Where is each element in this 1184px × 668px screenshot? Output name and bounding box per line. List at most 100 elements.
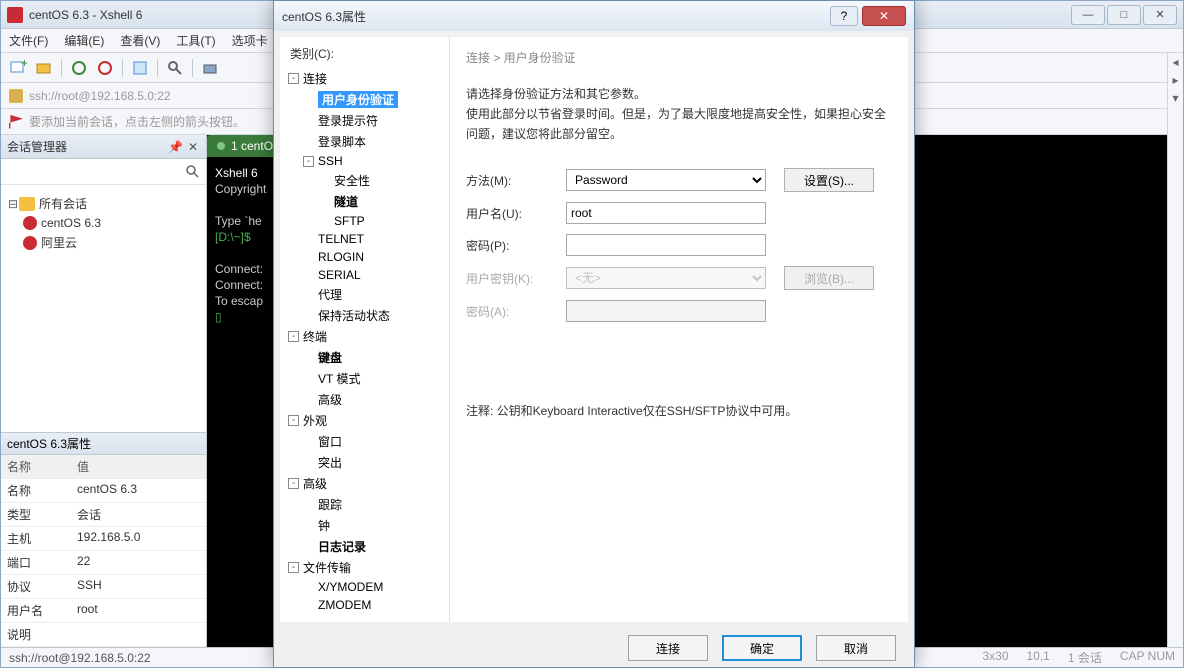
session-item[interactable]: 阿里云 (7, 232, 200, 253)
separator (157, 59, 158, 77)
cat-rlogin[interactable]: RLOGIN (284, 248, 445, 266)
dropdown-icon[interactable]: ▾ (1168, 89, 1183, 107)
tree-root[interactable]: ⊟ 所有会话 (7, 193, 200, 214)
menu-tabs[interactable]: 选项卡 (232, 32, 268, 49)
session-manager-header: 会话管理器 📌 ✕ (1, 135, 206, 159)
ok-button[interactable]: 确定 (722, 635, 802, 661)
cat-proxy[interactable]: 代理 (284, 284, 445, 305)
cat-trace[interactable]: 跟踪 (284, 494, 445, 515)
terminal-tab[interactable]: 1 centO (207, 135, 283, 157)
cat-security[interactable]: 安全性 (284, 170, 445, 191)
method-select[interactable]: Password (566, 169, 766, 191)
cat-advanced[interactable]: 高级 (284, 389, 445, 410)
collapse-icon[interactable]: - (288, 415, 299, 426)
cat-login-prompt[interactable]: 登录提示符 (284, 110, 445, 131)
collapse-icon[interactable]: - (288, 478, 299, 489)
new-session-icon[interactable]: + (9, 59, 27, 77)
username-input[interactable] (566, 202, 766, 224)
cat-sftp[interactable]: SFTP (284, 212, 445, 230)
properties-title: centOS 6.3属性 (7, 435, 91, 452)
cat-ssh[interactable]: -SSH (284, 152, 445, 170)
cat-highlight[interactable]: 突出 (284, 452, 445, 473)
collapse-icon[interactable]: - (288, 562, 299, 573)
passphrase-input (566, 300, 766, 322)
scroll-left-icon[interactable]: ◂ (1168, 53, 1183, 71)
separator (122, 59, 123, 77)
expander-icon[interactable]: ⊟ (7, 197, 19, 211)
username-label: 用户名(U): (466, 205, 566, 222)
cat-xymodem[interactable]: X/YMODEM (284, 578, 445, 596)
cat-advanced2[interactable]: -高级 (284, 473, 445, 494)
collapse-icon[interactable]: - (288, 331, 299, 342)
close-button[interactable]: ✕ (1143, 5, 1177, 25)
minimize-button[interactable]: — (1071, 5, 1105, 25)
help-button[interactable]: ? (830, 6, 858, 26)
close-panel-icon[interactable]: ✕ (186, 140, 200, 154)
session-manager-title: 会话管理器 (7, 138, 164, 155)
dialog-close-button[interactable]: ✕ (862, 6, 906, 26)
prop-row: 名称centOS 6.3 (1, 479, 206, 503)
menu-view[interactable]: 查看(V) (120, 32, 160, 49)
search-icon[interactable] (166, 59, 184, 77)
userkey-select: <无> (566, 267, 766, 289)
col-value: 值 (71, 455, 206, 478)
cat-vtmode[interactable]: VT 模式 (284, 368, 445, 389)
dialog-titlebar[interactable]: centOS 6.3属性 ? ✕ (274, 1, 914, 31)
cat-filetransfer[interactable]: -文件传输 (284, 557, 445, 578)
cat-window[interactable]: 窗口 (284, 431, 445, 452)
cat-connection[interactable]: -连接 (284, 68, 445, 89)
cat-tunnel[interactable]: 隧道 (284, 191, 445, 212)
open-icon[interactable] (35, 59, 53, 77)
menu-tools[interactable]: 工具(T) (176, 32, 215, 49)
maximize-button[interactable]: □ (1107, 5, 1141, 25)
settings-button[interactable]: 设置(S)... (784, 168, 874, 192)
search-icon[interactable] (186, 165, 200, 179)
status-dot-icon (217, 142, 225, 150)
cat-keepalive[interactable]: 保持活动状态 (284, 305, 445, 326)
category-label: 类别(C): (284, 45, 445, 68)
properties-icon[interactable] (131, 59, 149, 77)
menu-file[interactable]: 文件(F) (9, 32, 48, 49)
userkey-row: 用户密钥(K): <无> 浏览(B)... (466, 266, 892, 290)
cat-appearance[interactable]: -外观 (284, 410, 445, 431)
terminal-tab-label: 1 centO (231, 139, 273, 153)
disconnect-icon[interactable] (96, 59, 114, 77)
cat-serial[interactable]: SERIAL (284, 266, 445, 284)
cat-terminal[interactable]: -终端 (284, 326, 445, 347)
collapse-icon[interactable]: - (288, 73, 299, 84)
menu-edit[interactable]: 编辑(E) (64, 32, 104, 49)
cat-auth[interactable]: 用户身份验证 (284, 89, 445, 110)
cat-telnet[interactable]: TELNET (284, 230, 445, 248)
reconnect-icon[interactable] (70, 59, 88, 77)
category-panel: 类别(C): -连接 用户身份验证 登录提示符 登录脚本 -SSH 安全性 隧道… (280, 37, 450, 622)
collapse-icon[interactable]: - (303, 156, 314, 167)
lock-icon (9, 89, 23, 103)
prop-row: 类型会话 (1, 503, 206, 527)
properties-columns: 名称 值 (1, 455, 206, 479)
connect-button[interactable]: 连接 (628, 635, 708, 661)
passphrase-label: 密码(A): (466, 303, 566, 320)
cat-log[interactable]: 日志记录 (284, 536, 445, 557)
session-manager-toolbar (1, 159, 206, 185)
session-label: centOS 6.3 (41, 216, 101, 230)
status-address: ssh://root@192.168.5.0:22 (9, 651, 151, 665)
prop-row: 主机192.168.5.0 (1, 527, 206, 551)
svg-text:+: + (21, 59, 27, 70)
password-input[interactable] (566, 234, 766, 256)
session-item[interactable]: centOS 6.3 (7, 214, 200, 232)
cat-bell[interactable]: 钟 (284, 515, 445, 536)
pin-icon[interactable]: 📌 (168, 140, 182, 154)
scroll-right-icon[interactable]: ▸ (1168, 71, 1183, 89)
cat-keyboard[interactable]: 键盘 (284, 347, 445, 368)
cat-zmodem[interactable]: ZMODEM (284, 596, 445, 614)
browse-button[interactable]: 浏览(B)... (784, 266, 874, 290)
properties-panel: centOS 6.3属性 名称 值 名称centOS 6.3 类型会话 主机19… (1, 432, 206, 647)
cat-login-script[interactable]: 登录脚本 (284, 131, 445, 152)
session-tree: ⊟ 所有会话 centOS 6.3 阿里云 (1, 185, 206, 432)
transfer-icon[interactable] (201, 59, 219, 77)
status-sessions: 1 会话 (1068, 649, 1102, 666)
hint-text: 要添加当前会话，点击左侧的箭头按钮。 (29, 113, 245, 130)
method-label: 方法(M): (466, 172, 566, 189)
breadcrumb: 连接 > 用户身份验证 (466, 49, 892, 66)
cancel-button[interactable]: 取消 (816, 635, 896, 661)
